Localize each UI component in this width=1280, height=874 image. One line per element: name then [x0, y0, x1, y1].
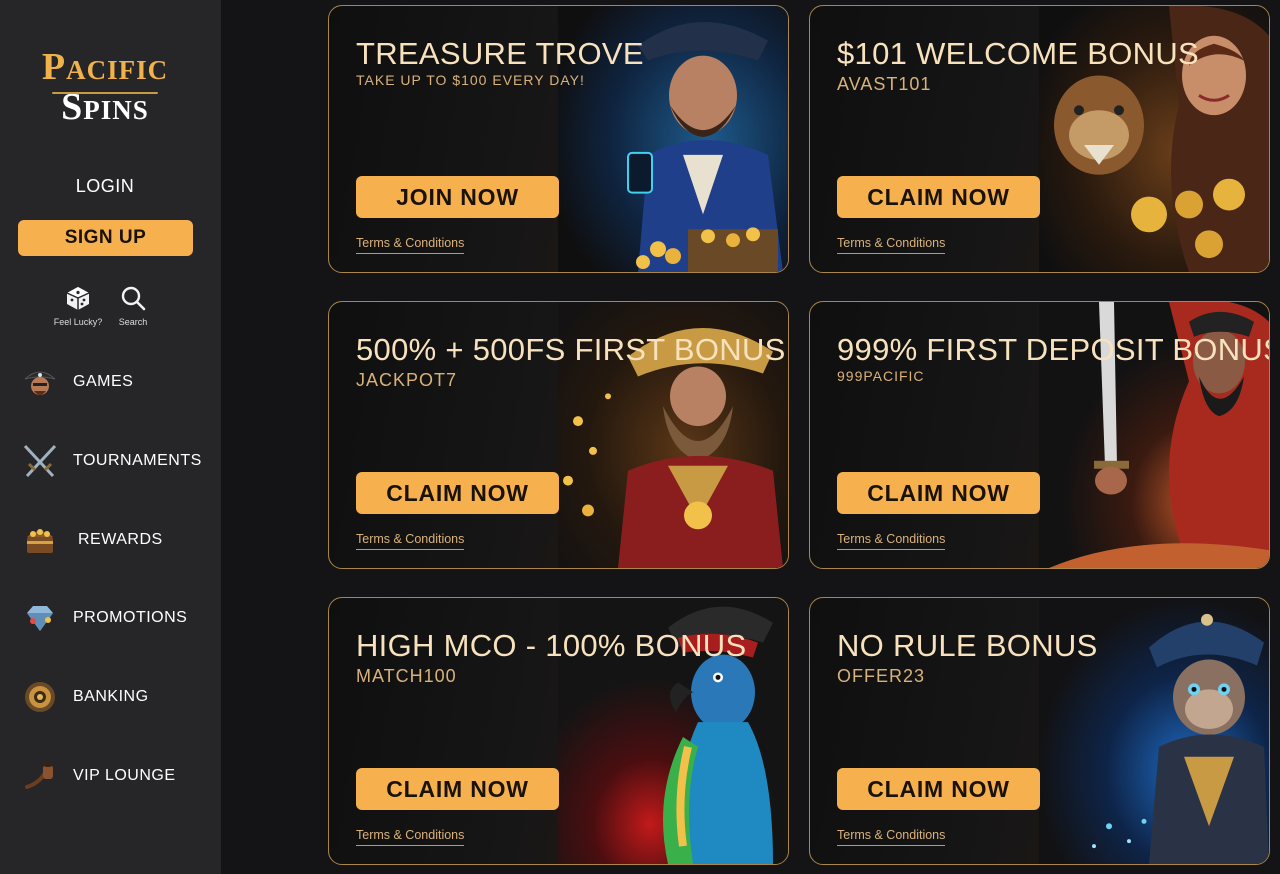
- search-link[interactable]: Search: [110, 285, 156, 327]
- claim-now-button[interactable]: CLAIM NOW: [837, 176, 1040, 218]
- logo-underline: [52, 92, 158, 94]
- nav-label-promotions: PROMOTIONS: [73, 609, 188, 626]
- terms-link[interactable]: Terms & Conditions: [356, 532, 465, 550]
- pipe-icon: [20, 756, 60, 796]
- promo-code: OFFER23: [837, 666, 926, 686]
- diamond-icon: [20, 598, 60, 638]
- promo-code: 999PACIFIC: [837, 368, 925, 384]
- terms-link[interactable]: Terms & Conditions: [837, 236, 946, 254]
- nav-item-vip-lounge[interactable]: VIP LOUNGE: [0, 751, 221, 801]
- nav-item-tournaments[interactable]: TOURNAMENTS: [0, 436, 221, 486]
- promo-title: HIGH MCO - 100% BONUS: [356, 628, 747, 663]
- terms-link[interactable]: Terms & Conditions: [356, 828, 465, 846]
- dice-icon: [66, 287, 90, 310]
- promo-title: 999% FIRST DEPOSIT BONUS: [837, 332, 1270, 367]
- nav-label-games: GAMES: [73, 373, 134, 390]
- nav-item-rewards[interactable]: REWARDS: [0, 515, 221, 565]
- promo-code: JACKPOT7: [356, 370, 458, 390]
- brand-logo[interactable]: Pacific Spins: [30, 48, 180, 126]
- nav-label-banking: BANKING: [73, 688, 149, 705]
- terms-link[interactable]: Terms & Conditions: [837, 828, 946, 846]
- promo-title: 500% + 500FS FIRST BONUS: [356, 332, 786, 367]
- nav-item-games[interactable]: GAMES: [0, 357, 221, 407]
- feel-lucky-label: Feel Lucky?: [53, 317, 103, 327]
- terms-link[interactable]: Terms & Conditions: [837, 532, 946, 550]
- pirate-head-icon: [20, 362, 60, 402]
- logo-top-text: Pacific: [41, 46, 169, 88]
- promo-code: AVAST101: [837, 74, 932, 94]
- treasure-chest-icon: [20, 520, 60, 560]
- promo-card-no-rule-bonus: NO RULE BONUS OFFER23 CLAIM NOW Terms & …: [809, 597, 1270, 865]
- nav-label-tournaments: TOURNAMENTS: [73, 452, 202, 469]
- promo-code: MATCH100: [356, 666, 457, 686]
- nav-item-promotions[interactable]: PROMOTIONS: [0, 593, 221, 643]
- search-icon: [121, 286, 146, 311]
- promo-title: TREASURE TROVE: [356, 36, 644, 71]
- crossed-swords-icon: [20, 441, 60, 481]
- claim-now-button[interactable]: CLAIM NOW: [356, 768, 559, 810]
- promo-card-high-mco-bonus: HIGH MCO - 100% BONUS MATCH100 CLAIM NOW…: [328, 597, 789, 865]
- nav-label-rewards: REWARDS: [78, 531, 163, 548]
- search-label: Search: [118, 317, 148, 327]
- promo-title: $101 WELCOME BONUS: [837, 36, 1200, 71]
- promo-card-500-first-bonus: 500% + 500FS FIRST BONUS JACKPOT7 CLAIM …: [328, 301, 789, 569]
- join-now-button[interactable]: JOIN NOW: [356, 176, 559, 218]
- promo-card-welcome-bonus: $101 WELCOME BONUS AVAST101 CLAIM NOW Te…: [809, 5, 1270, 273]
- promo-card-treasure-trove: TREASURE TROVE TAKE UP TO $100 EVERY DAY…: [328, 5, 789, 273]
- nav-item-banking[interactable]: BANKING: [0, 672, 221, 722]
- feel-lucky-link[interactable]: Feel Lucky?: [52, 285, 104, 327]
- promo-subtitle: TAKE UP TO $100 EVERY DAY!: [356, 72, 585, 88]
- claim-now-button[interactable]: CLAIM NOW: [837, 472, 1040, 514]
- promo-card-999-deposit-bonus: 999% FIRST DEPOSIT BONUS 999PACIFIC CLAI…: [809, 301, 1270, 569]
- gold-coin-icon: [20, 677, 60, 717]
- login-link[interactable]: LOGIN: [0, 176, 210, 197]
- signup-button[interactable]: SIGN UP: [18, 220, 193, 256]
- sidebar: Pacific Spins LOGIN SIGN UP Feel Lucky? …: [0, 0, 221, 874]
- nav-label-vip-lounge: VIP LOUNGE: [73, 767, 176, 784]
- terms-link[interactable]: Terms & Conditions: [356, 236, 465, 254]
- promo-title: NO RULE BONUS: [837, 628, 1098, 663]
- claim-now-button[interactable]: CLAIM NOW: [837, 768, 1040, 810]
- claim-now-button[interactable]: CLAIM NOW: [356, 472, 559, 514]
